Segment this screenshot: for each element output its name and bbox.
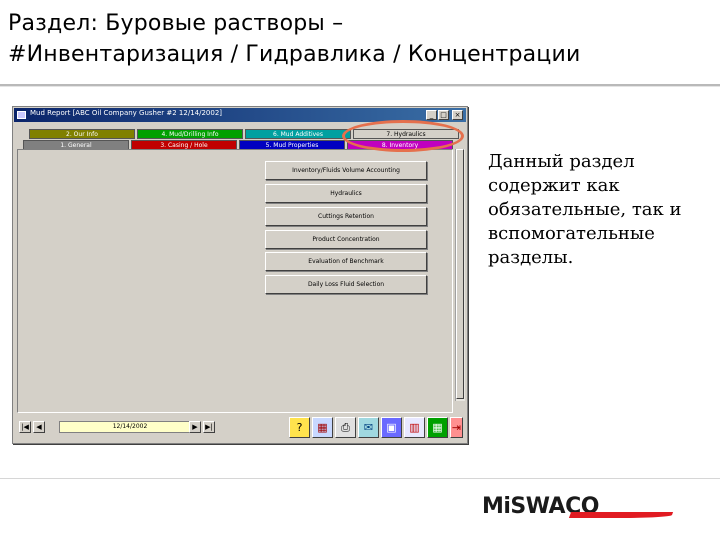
slide-description: Данный раздел содержит как обязательные,… [488,151,682,268]
first-record-button[interactable]: |◀ [19,421,31,433]
maximize-button[interactable]: □ [438,110,449,120]
mud-report-window: Mud Report [ABC Oil Company Gusher #2 12… [12,106,468,444]
scrollbar-thumb[interactable] [456,149,464,399]
window-title: Mud Report [ABC Oil Company Gusher #2 12… [30,109,223,117]
exit-icon[interactable]: ⇥ [450,417,463,438]
miswaco-logo: MiSWACO [482,493,674,521]
save-icon[interactable]: ▣ [381,417,402,438]
chart-icon[interactable]: ▥ [404,417,425,438]
print-icon[interactable]: ⎙ [335,417,356,438]
grid-icon[interactable]: ▦ [427,417,448,438]
product-concentration-button[interactable]: Product Concentration [265,230,427,249]
hydraulics-tab-highlight [342,120,464,152]
report-date-field[interactable]: 12/14/2002 [59,421,201,433]
last-record-button[interactable]: ▶| [203,421,215,433]
slide-title-line-1: Раздел: Буровые растворы – [8,11,344,36]
minimize-button[interactable]: _ [426,110,437,120]
report-icon[interactable]: ✉ [358,417,379,438]
title-divider-shadow [0,86,720,87]
next-record-button[interactable]: ▶ [189,421,201,433]
slide-title-line-2: #Инвентаризация / Гидравлика / Концентра… [8,42,581,67]
hydraulics-button[interactable]: Hydraulics [265,184,427,203]
prev-record-button[interactable]: ◀ [33,421,45,433]
logo-swoosh [568,512,674,518]
calculator-icon[interactable]: ▦ [312,417,333,438]
inventory-fluids-button[interactable]: Inventory/Fluids Volume Accounting [265,161,427,180]
help-icon[interactable]: ? [289,417,310,438]
tab-mud-additives[interactable]: 6. Mud Additives [245,129,351,139]
close-button[interactable]: × [452,110,463,120]
vertical-scrollbar[interactable] [455,149,465,401]
footer-divider [0,478,720,479]
cuttings-retention-button[interactable]: Cuttings Retention [265,207,427,226]
app-icon [17,111,26,119]
evaluation-benchmark-button[interactable]: Evaluation of Benchmark [265,252,427,271]
record-navigator: |◀ ◀ 12/14/2002 ▶ ▶| ? ▦ ⎙ ✉ ▣ ▥ ▦ ⇥ [17,417,463,439]
tab-our-info[interactable]: 2. Our Info [29,129,135,139]
tab-mud-drilling-info[interactable]: 4. Mud/Drilling Info [137,129,243,139]
tab-content-panel: Inventory/Fluids Volume Accounting Hydra… [17,149,453,413]
slide-title: Раздел: Буровые растворы – #Инвентаризац… [8,8,708,70]
daily-loss-fluid-button[interactable]: Daily Loss Fluid Selection [265,275,427,294]
